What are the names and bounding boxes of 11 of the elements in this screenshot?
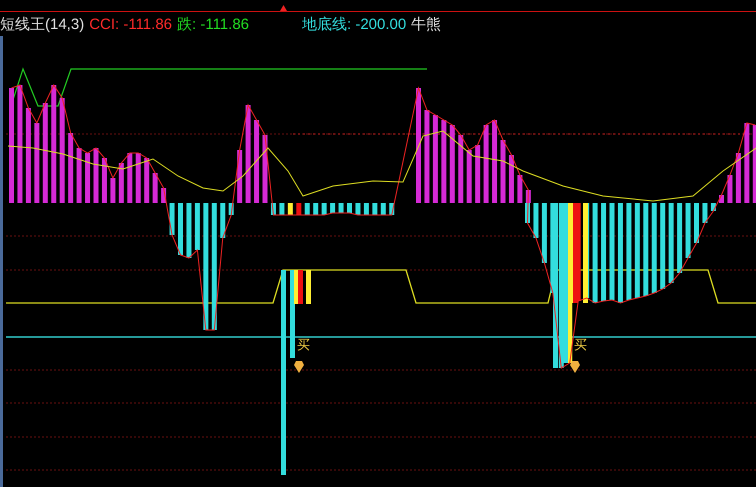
legend-text: 牛熊 xyxy=(411,16,442,32)
legend-text: 地底线: -200.00 xyxy=(302,16,406,32)
triangle-icon xyxy=(280,5,287,11)
legend-text: CCI: -111.86 xyxy=(89,16,172,32)
buy-signal-label: 买 xyxy=(297,338,310,351)
gem-icon xyxy=(570,361,580,373)
gem-icon xyxy=(294,361,304,373)
signal-bar xyxy=(306,270,311,304)
legend-text: 短线王(14,3) xyxy=(0,16,84,32)
buy-signal-label: 买 xyxy=(574,338,587,351)
legend-text: 跌: -111.86 xyxy=(177,16,249,32)
